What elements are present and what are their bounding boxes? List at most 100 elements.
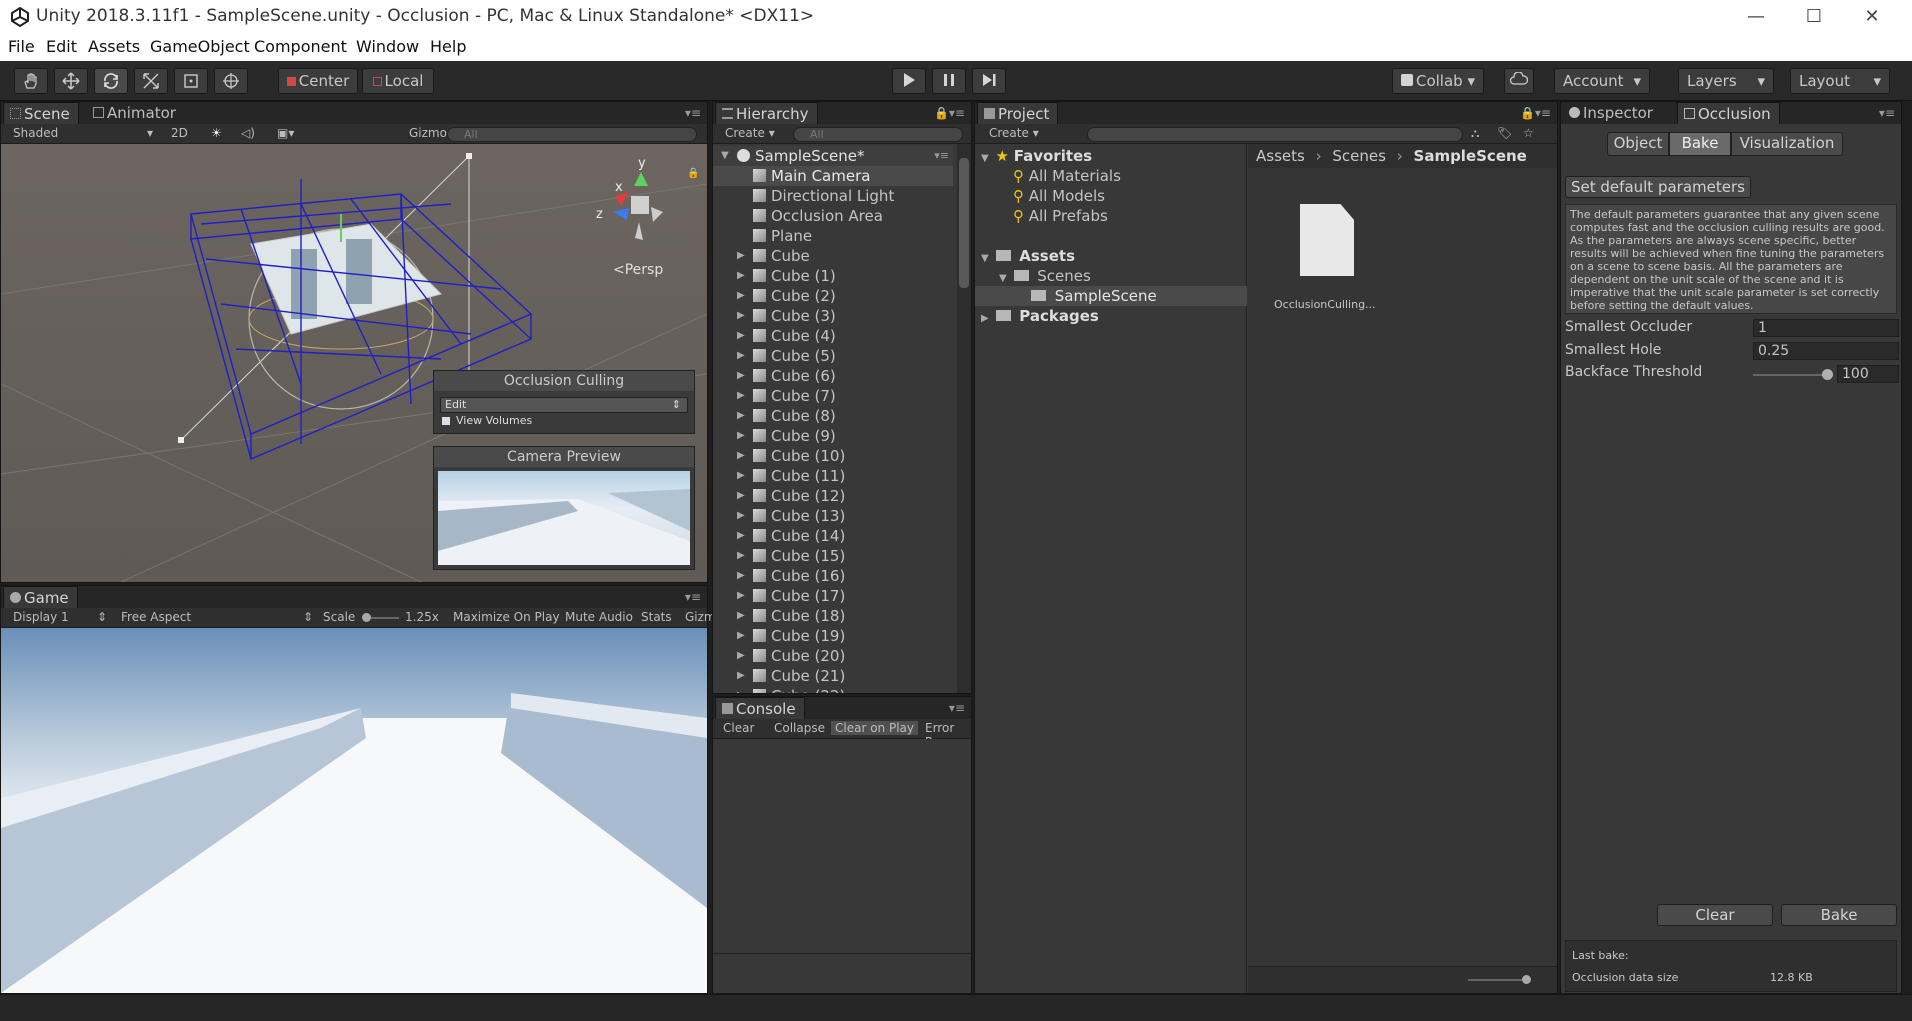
maximize-on-play-toggle[interactable]: Maximize On Play [453, 610, 560, 624]
expand-triangle-icon[interactable]: ▼ [999, 273, 1007, 284]
favorites-row[interactable]: ▼ ★ Favorites [981, 146, 1092, 166]
backface-threshold-field[interactable]: 100 [1837, 365, 1899, 383]
tab-animator[interactable]: Animator [87, 102, 184, 124]
project-create-dropdown[interactable]: Create ▾ [989, 126, 1039, 140]
occlusion-mode-dropdown[interactable]: Edit ⇕ [440, 397, 688, 413]
menu-component[interactable]: Component [254, 37, 347, 56]
hierarchy-row[interactable]: ▶ Cube (1) [713, 266, 953, 286]
expand-triangle-icon[interactable]: ▶ [737, 566, 745, 586]
scene-menu-icon[interactable]: ▾≡ [934, 146, 949, 166]
hierarchy-row[interactable]: ▶ Cube (9) [713, 426, 953, 446]
game-viewport[interactable] [1, 628, 707, 993]
panel-menu-icon[interactable]: ▾≡ [1879, 106, 1895, 120]
hierarchy-row[interactable]: ▶ Cube (3) [713, 306, 953, 326]
hierarchy-row[interactable]: ▶ Cube (19) [713, 626, 953, 646]
tab-inspector[interactable]: Inspector [1563, 102, 1661, 124]
favorites-all-prefabs[interactable]: ⚲ All Prefabs [1013, 206, 1108, 226]
panel-lock-menu-icon[interactable]: 🔒▾≡ [934, 106, 965, 120]
move-tool-button[interactable] [54, 68, 88, 94]
hierarchy-row[interactable]: Plane [713, 226, 953, 246]
packages-row[interactable]: ▶ Packages [981, 306, 1099, 326]
menu-window[interactable]: Window [356, 37, 419, 56]
smallest-hole-field[interactable]: 0.25 [1753, 342, 1899, 360]
hierarchy-row[interactable]: Main Camera [713, 166, 953, 186]
scale-tool-button[interactable] [134, 68, 168, 94]
hierarchy-row[interactable]: ▶ Cube (5) [713, 346, 953, 366]
project-search-input[interactable] [1087, 127, 1463, 142]
pause-button[interactable] [932, 68, 966, 94]
tab-game[interactable]: Game [3, 586, 78, 608]
hierarchy-row[interactable]: ▶ Cube (14) [713, 526, 953, 546]
expand-triangle-icon[interactable]: ▶ [737, 666, 745, 686]
hierarchy-scroll-thumb[interactable] [959, 158, 969, 288]
hierarchy-row[interactable]: ▶ Cube (7) [713, 386, 953, 406]
layout-dropdown[interactable]: Layout ▾ [1790, 68, 1890, 94]
minimize-button[interactable]: — [1736, 4, 1776, 30]
display-dropdown[interactable]: Display 1 [13, 610, 69, 624]
bake-button[interactable]: Bake [1781, 904, 1897, 926]
panel-menu-icon[interactable]: ▾≡ [685, 106, 701, 120]
hierarchy-create-dropdown[interactable]: Create ▾ [725, 126, 775, 140]
hierarchy-row[interactable]: ▶ Cube (10) [713, 446, 953, 466]
expand-triangle-icon[interactable]: ▶ [737, 646, 745, 666]
expand-triangle-icon[interactable]: ▶ [737, 626, 745, 646]
mute-audio-toggle[interactable]: Mute Audio [565, 610, 633, 624]
expand-triangle-icon[interactable]: ▶ [737, 526, 745, 546]
tab-hierarchy[interactable]: Hierarchy [715, 102, 818, 124]
cloud-button[interactable] [1504, 68, 1534, 94]
scale-slider-thumb[interactable] [362, 613, 371, 622]
favorites-all-materials[interactable]: ⚲ All Materials [1013, 166, 1121, 186]
rect-tool-button[interactable] [174, 68, 208, 94]
expand-triangle-icon[interactable]: ▶ [737, 346, 745, 366]
hierarchy-row[interactable]: ▶ Cube (13) [713, 506, 953, 526]
hierarchy-row[interactable]: ▶ Cube (18) [713, 606, 953, 626]
2d-toggle[interactable]: 2D [171, 126, 188, 140]
hierarchy-row[interactable]: ▶ Cube (21) [713, 666, 953, 686]
hierarchy-row[interactable]: Occlusion Area [713, 206, 953, 226]
lock-icon[interactable]: 🔒 [687, 168, 699, 179]
asset-file-label[interactable]: OcclusionCulling... [1274, 298, 1376, 311]
smallest-occluder-field[interactable]: 1 [1753, 319, 1899, 337]
console-collapse-button[interactable]: Collapse [774, 721, 825, 735]
console-log-area[interactable] [713, 739, 971, 953]
expand-triangle-icon[interactable]: ▶ [737, 546, 745, 566]
expand-triangle-icon[interactable]: ▶ [737, 286, 745, 306]
expand-triangle-icon[interactable]: ▶ [737, 326, 745, 346]
lighting-toggle-icon[interactable]: ☀ [211, 126, 222, 140]
scene-root-row[interactable]: ▼ SampleScene* ▾≡ [713, 146, 953, 166]
expand-triangle-icon[interactable]: ▶ [737, 426, 745, 446]
backface-threshold-thumb[interactable] [1822, 369, 1833, 380]
filter-by-type-icon[interactable]: ⛬ [1471, 126, 1479, 141]
hierarchy-row[interactable]: ▶ Cube (15) [713, 546, 953, 566]
expand-triangle-icon[interactable]: ▼ [981, 153, 989, 164]
expand-triangle-icon[interactable]: ▶ [737, 586, 745, 606]
aspect-dropdown[interactable]: Free Aspect [121, 610, 191, 624]
step-button[interactable] [972, 68, 1006, 94]
pivot-space-button[interactable]: Local [362, 68, 434, 94]
set-default-parameters-button[interactable]: Set default parameters [1565, 176, 1751, 198]
menu-gameobject[interactable]: GameObject [150, 37, 250, 56]
icon-size-slider-thumb[interactable] [1522, 975, 1531, 984]
console-clear-on-play-button[interactable]: Clear on Play [831, 721, 918, 735]
tab-occlusion[interactable]: Occlusion [1677, 102, 1780, 124]
hand-tool-button[interactable] [14, 68, 48, 94]
panel-menu-icon[interactable]: ▾≡ [685, 590, 701, 604]
mode-bake-button[interactable]: Bake [1669, 132, 1731, 156]
expand-triangle-icon[interactable]: ▶ [737, 506, 745, 526]
menu-help[interactable]: Help [430, 37, 466, 56]
icon-size-slider[interactable] [1468, 979, 1530, 981]
account-dropdown[interactable]: Account ▾ [1554, 68, 1650, 94]
hierarchy-row[interactable]: ▶ Cube (11) [713, 466, 953, 486]
scene-search-input[interactable]: All [447, 127, 697, 142]
menu-assets[interactable]: Assets [88, 37, 140, 56]
hierarchy-row[interactable]: ▶ Cube (6) [713, 366, 953, 386]
hierarchy-row[interactable]: ▶ Cube (4) [713, 326, 953, 346]
expand-triangle-icon[interactable]: ▶ [737, 306, 745, 326]
mode-visualization-button[interactable]: Visualization [1731, 132, 1843, 156]
close-button[interactable]: ✕ [1852, 4, 1892, 30]
breadcrumb-samplescene[interactable]: SampleScene [1414, 147, 1527, 165]
expand-triangle-icon[interactable]: ▶ [737, 466, 745, 486]
view-volumes-checkbox[interactable] [442, 417, 450, 425]
expand-triangle-icon[interactable]: ▶ [737, 246, 745, 266]
expand-triangle-icon[interactable]: ▶ [737, 386, 745, 406]
